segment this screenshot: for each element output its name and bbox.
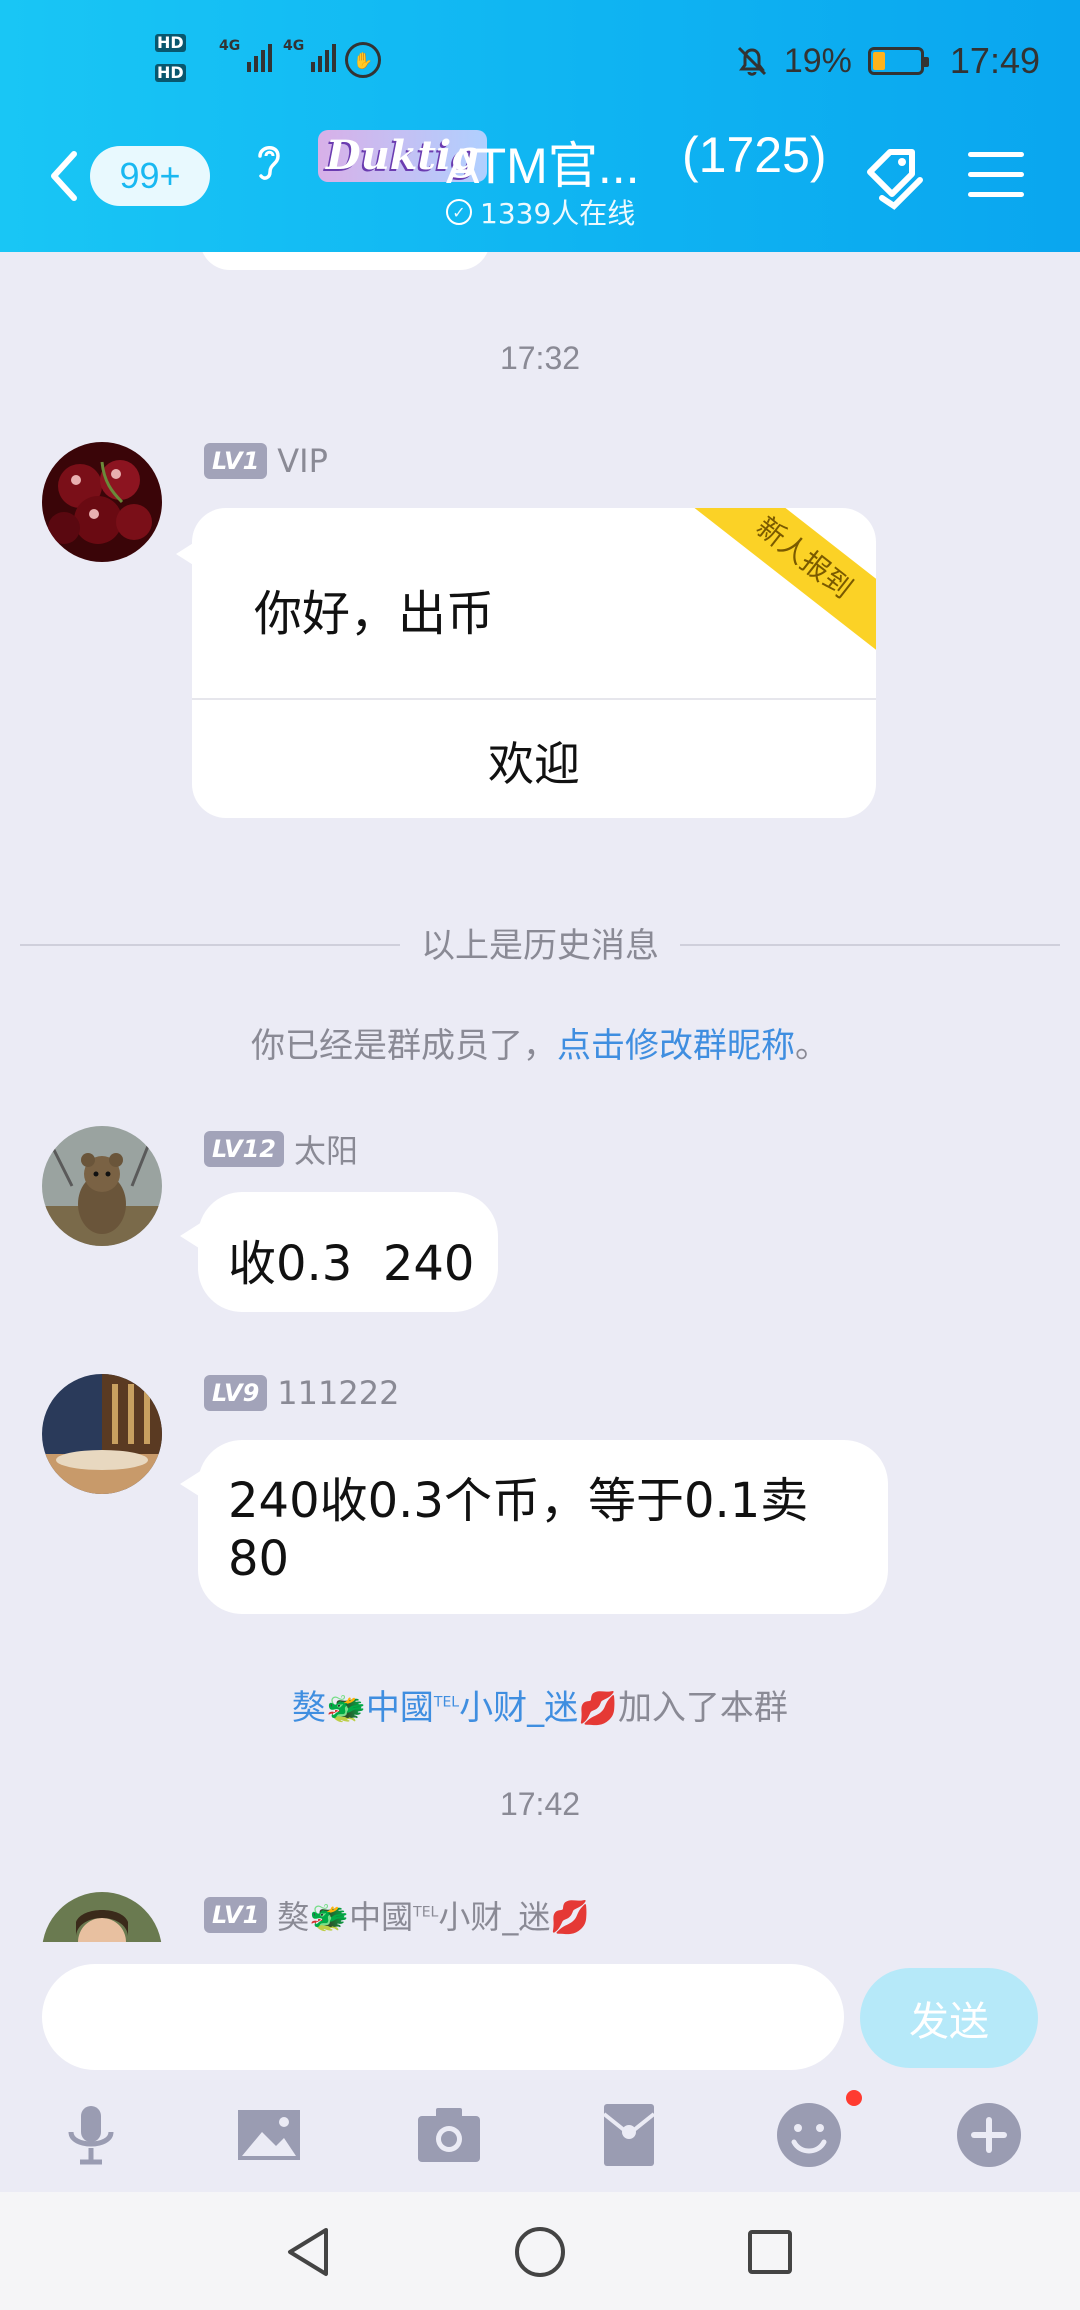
welcome-button[interactable]: 欢迎 [192,728,876,794]
camera-icon[interactable] [414,2100,484,2170]
system-navigation-bar [0,2192,1080,2310]
lips-icon: 💋 [578,1689,618,1727]
red-packet-icon[interactable] [594,2100,664,2170]
level-badge: LV1 [204,1897,268,1933]
notification-dot [846,2090,862,2106]
battery-percent: 19% [783,41,852,80]
message-text-line-2: 80 [228,1531,290,1587]
nav-home-icon[interactable] [508,2220,572,2284]
level-badge: LV1 [204,443,268,479]
hand-icon: ✋ [345,42,381,78]
timestamp: 17:32 [499,340,581,376]
name-text: 中國 [365,1688,434,1728]
online-status: ✓ 1339人在线 [446,192,635,232]
name-text: 小财_迷 [459,1688,579,1728]
sender-info: LV1 獒🐲中國TEL小财_迷💋 [204,1892,590,1938]
member-notice: 你已经是群成员了，点击修改群昵称。 [0,1018,1080,1067]
input-bar: 发送 [0,1942,1080,2192]
timestamp: 17:42 [499,1786,581,1822]
image-icon[interactable] [234,2100,304,2170]
name-text: 中國 [349,1898,414,1936]
sender-info: LV12 太阳 [204,1126,358,1172]
tel-sup: TEL [433,1694,460,1711]
previous-message-bubble [200,252,490,270]
dragon-icon: 🐲 [309,1898,350,1936]
nav-recents-icon[interactable] [738,2220,802,2284]
level-badge: LV9 [204,1375,268,1411]
unread-badge[interactable]: 99+ [90,146,210,206]
sender-name[interactable]: 獒🐲中國TEL小财_迷💋 [277,1892,590,1938]
message-text: 收0.3 240 [228,1236,475,1292]
member-notice-text: 你已经是群成员了， [251,1026,557,1066]
chat-header: HD HD 4G 4G ✋ 19% 17:49 99+ Duktig ATM官.… [0,0,1080,252]
join-notice: 獒🐲中國TEL小财_迷💋加入了本群 [0,1680,1080,1729]
group-title[interactable]: ATM官... [446,126,640,198]
chat-message-list[interactable]: 17:32 LV1 VIP 新人报到 你好，出币 欢迎 以上是历史消息 你已经是… [0,252,1080,1942]
nav-back-icon[interactable] [278,2220,342,2284]
sender-name[interactable]: 太阳 [294,1126,358,1172]
newcomer-ribbon: 新人报到 [684,508,876,661]
hd-indicator-2: HD [155,63,186,82]
microphone-icon[interactable] [56,2100,126,2170]
back-button[interactable] [40,140,88,210]
dragon-icon: 🐲 [326,1689,366,1727]
name-text: 獒 [277,1898,310,1936]
emoji-icon[interactable] [774,2100,844,2170]
name-text: 獒 [292,1688,327,1728]
level-badge: LV12 [204,1131,284,1167]
join-notice-text: 加入了本群 [617,1688,788,1728]
joined-member-name[interactable]: 獒🐲中國TEL小财_迷 [292,1688,578,1728]
avatar[interactable] [42,1892,162,1942]
online-count: 1339人在线 [480,197,636,230]
ear-mode-icon[interactable] [248,136,288,186]
member-notice-suffix: 。 [795,1026,829,1066]
send-button[interactable]: 发送 [860,1968,1038,2068]
message-text-line-1: 240收0.3个币，等于0.1卖 [228,1473,809,1529]
message-input[interactable] [42,1964,844,2070]
message-text: 你好，出币 [254,586,495,642]
sender-name[interactable]: 111222 [277,1374,399,1412]
divider [192,698,876,700]
avatar[interactable] [42,1374,162,1494]
lips-icon: 💋 [550,1898,591,1936]
history-divider-label: 以上是历史消息 [421,926,659,966]
menu-icon[interactable] [968,152,1024,198]
system-status: 19% 17:49 [732,38,1040,84]
signal-bars-2-icon [311,42,336,72]
signal-status: HD HD 4G 4G ✋ [155,34,395,90]
plus-icon[interactable] [954,2100,1024,2170]
signal-bars-1-icon [247,42,272,72]
check-circle-icon: ✓ [446,199,472,225]
name-text: 小财_迷 [438,1898,551,1936]
status-clock: 17:49 [949,40,1040,81]
hd-indicator-1: HD [155,33,186,52]
newcomer-card[interactable]: 新人报到 你好，出币 欢迎 [192,508,876,818]
member-count[interactable]: (1725) [682,126,827,184]
group-tag-icon[interactable] [860,142,932,212]
avatar[interactable] [42,442,162,562]
network-type-1: 4G [219,38,241,54]
sender-info: LV1 VIP [204,442,328,480]
network-type-2: 4G [283,38,305,54]
battery-icon [867,47,929,75]
sender-name[interactable]: VIP [277,442,328,480]
message-bubble[interactable]: 收0.3 240 [180,1192,498,1312]
sender-info: LV9 111222 [204,1374,399,1412]
tel-sup: TEL [413,1904,439,1921]
avatar[interactable] [42,1126,162,1246]
mute-bell-icon [737,46,766,76]
edit-nickname-link[interactable]: 点击修改群昵称 [557,1026,795,1066]
message-bubble[interactable]: 240收0.3个币，等于0.1卖 80 [180,1440,888,1614]
